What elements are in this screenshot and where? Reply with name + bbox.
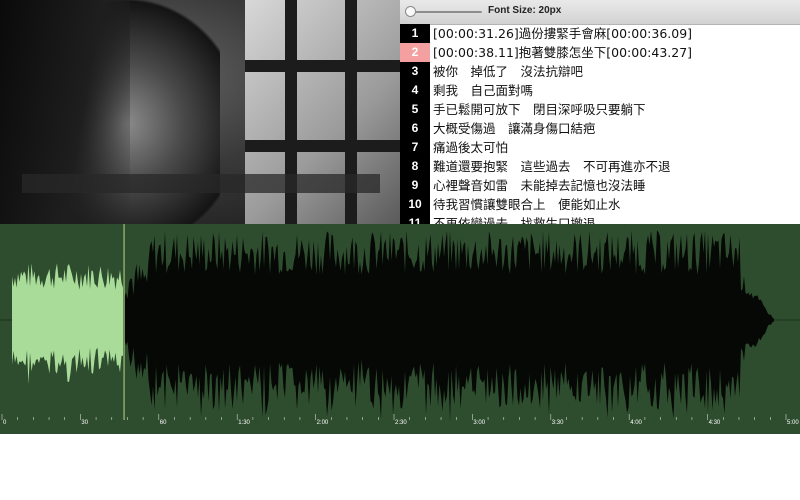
timeline-tick-label: 0 <box>3 420 7 426</box>
lyric-line[interactable]: 10 待我習慣讓雙眼合上 便能如止水 <box>400 195 800 214</box>
lyric-panel: Font Size: 20px 1 [00:00:31.26]過份摟緊手會麻[00… <box>400 0 800 224</box>
timeline-tick-label: 4:30 <box>708 420 721 426</box>
lyric-line-text[interactable]: 待我習慣讓雙眼合上 便能如止水 <box>433 195 621 214</box>
timeline-tick-label: 4:00 <box>630 420 642 426</box>
lyric-line[interactable]: 5 手已鬆開可放下 閉目深呼吸只要躺下 <box>400 100 800 119</box>
lyric-line-number: 1 <box>400 24 430 43</box>
timeline-tick-label: 5:00 <box>787 420 799 426</box>
lyric-line[interactable]: 11 不再依戀過去 找救生口撤退 <box>400 214 800 224</box>
audio-waveform[interactable] <box>0 224 800 434</box>
waveform-remaining-region <box>124 230 774 422</box>
lyric-list: 1 [00:00:31.26]過份摟緊手會麻[00:00:36.09] 2 [00:0… <box>400 24 800 224</box>
timeline-ruler: 0 30 60 1:30 2:00 2:30 3:00 3:30 4:00 4:30 5:00 <box>0 420 800 434</box>
lyric-line-text[interactable]: [00:00:38.11]抱著雙膝怎坐下[00:00:43.27] <box>433 43 692 62</box>
lyric-line[interactable]: 7 痛過後太可怕 <box>400 138 800 157</box>
lyric-line-number: 7 <box>400 138 430 157</box>
lyric-line-number: 4 <box>400 81 430 100</box>
lyric-line-number: 11 <box>400 214 430 224</box>
lyric-line-text[interactable]: 不再依戀過去 找救生口撤退 <box>433 214 596 224</box>
lyric-line-number: 8 <box>400 157 430 176</box>
lyric-line[interactable]: 4 剩我 自己面對嗎 <box>400 81 800 100</box>
timeline-tick-label: 2:30 <box>395 420 407 426</box>
font-size-toolbar: Font Size: 20px <box>400 0 800 25</box>
timeline-tick-label: 3:30 <box>551 420 564 426</box>
lyric-line-text[interactable]: 難道還要抱緊 這些過去 不可再進亦不退 <box>433 157 671 176</box>
font-size-label: Font Size: 20px <box>488 5 562 16</box>
lyric-line[interactable]: 9 心裡聲音如雷 未能掉去記憶也沒法睡 <box>400 176 800 195</box>
lyric-line[interactable]: 2 [00:00:38.11]抱著雙膝怎坐下[00:00:43.27] <box>400 43 800 62</box>
video-preview[interactable] <box>0 0 400 224</box>
timeline-tick-label: 1:30 <box>238 420 250 426</box>
lyric-line-text[interactable]: 痛過後太可怕 <box>433 138 508 157</box>
font-size-slider[interactable] <box>405 6 482 17</box>
waveform-played-region <box>12 263 123 385</box>
lyric-line-number: 5 <box>400 100 430 119</box>
timeline-tick-label: 2:00 <box>316 420 329 426</box>
lyric-line-number: 9 <box>400 176 430 195</box>
lyric-line-number: 2 <box>400 43 430 62</box>
lyric-line[interactable]: 1 [00:00:31.26]過份摟緊手會麻[00:00:36.09] <box>400 24 800 43</box>
lyric-line-text[interactable]: 手已鬆開可放下 閉目深呼吸只要躺下 <box>433 100 646 119</box>
lyric-line-number: 10 <box>400 195 430 214</box>
font-size-slider-thumb[interactable] <box>405 6 416 17</box>
lyric-line[interactable]: 8 難道還要抱緊 這些過去 不可再進亦不退 <box>400 157 800 176</box>
lyric-line[interactable]: 6 大概受傷過 讓滿身傷口結疤 <box>400 119 800 138</box>
lyric-line-text[interactable]: [00:00:31.26]過份摟緊手會麻[00:00:36.09] <box>433 24 692 43</box>
timeline-tick-label: 30 <box>81 420 89 426</box>
lyric-line-number: 6 <box>400 119 430 138</box>
timeline-tick-label: 3:00 <box>473 420 486 426</box>
subtitle-overlay-bar <box>22 174 380 193</box>
lyric-line-text[interactable]: 心裡聲音如雷 未能掉去記憶也沒法睡 <box>433 176 646 195</box>
timeline-tick-label: 60 <box>159 420 167 426</box>
lyric-line[interactable]: 3 被你 掉低了 沒法抗辯吧 <box>400 62 800 81</box>
lyric-line-text[interactable]: 大概受傷過 讓滿身傷口結疤 <box>433 119 596 138</box>
lyric-line-text[interactable]: 剩我 自己面對嗎 <box>433 81 533 100</box>
lyric-line-number: 3 <box>400 62 430 81</box>
waveform-graphic[interactable] <box>0 224 800 434</box>
lyric-line-text[interactable]: 被你 掉低了 沒法抗辯吧 <box>433 62 583 81</box>
